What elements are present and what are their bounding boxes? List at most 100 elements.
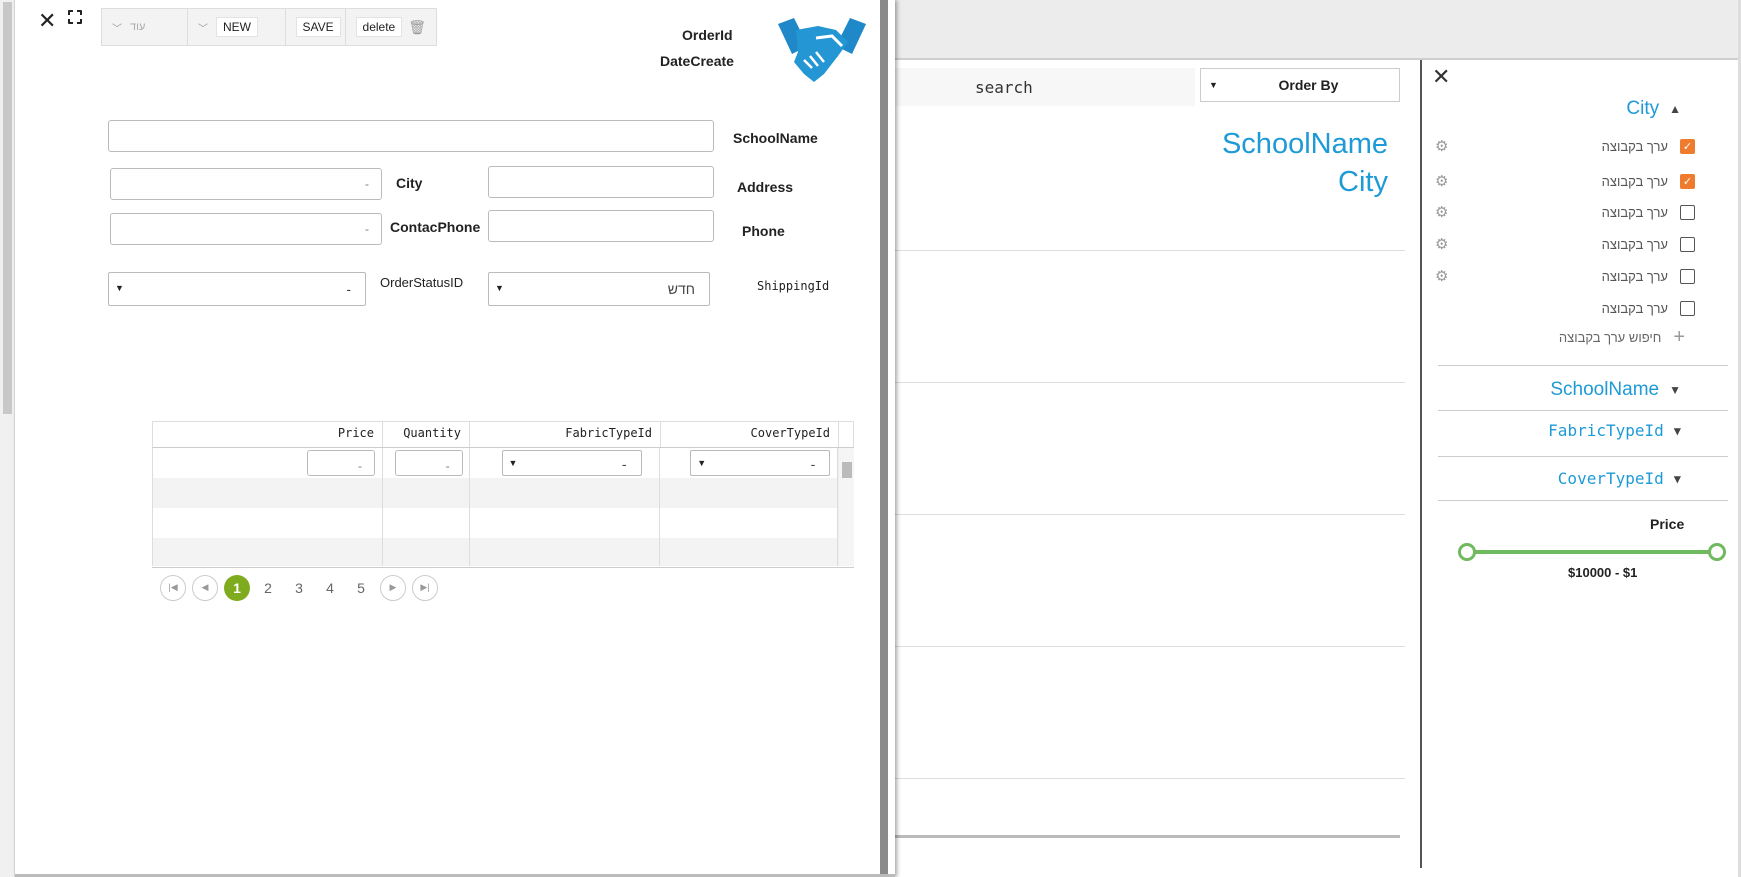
page-scrollbar[interactable]	[0, 0, 15, 877]
page-number[interactable]: 3	[286, 575, 312, 601]
city-label: City	[396, 175, 423, 191]
order-id-label: OrderId	[682, 27, 733, 43]
filter-fabric-header[interactable]: FabricTypeId ▼	[1548, 421, 1681, 440]
gear-icon[interactable]: ⚙	[1435, 267, 1455, 285]
delete-segment: delete 🗑	[346, 9, 436, 45]
page-number[interactable]: 1	[224, 574, 250, 601]
save-segment: SAVE	[286, 9, 346, 45]
page-number[interactable]: 5	[348, 575, 374, 601]
prev-page-icon[interactable]: ◀	[192, 574, 218, 601]
last-page-icon[interactable]: ▶|	[412, 574, 438, 601]
page-number[interactable]: 4	[317, 575, 343, 601]
save-button[interactable]: SAVE	[295, 17, 341, 37]
dropdown-arrow-icon: ▼	[697, 458, 707, 468]
order-by-select[interactable]: ▼ Order By	[1200, 68, 1400, 102]
order-status-label: OrderStatusID	[380, 275, 464, 290]
price-filter-value: -	[358, 459, 362, 473]
order-items-grid: Price Quantity FabricTypeId CoverTypeId …	[152, 421, 854, 591]
table-row[interactable]	[152, 538, 838, 566]
card-subtitle: City	[1338, 166, 1388, 198]
handshake-icon	[778, 18, 866, 82]
city-input[interactable]: -	[110, 168, 382, 200]
close-icon[interactable]: ✕	[38, 8, 56, 34]
top-bar	[895, 0, 1741, 60]
more-label: עוד	[130, 21, 146, 33]
filter-checkbox[interactable]	[1680, 268, 1695, 284]
price-slider-track[interactable]	[1466, 550, 1718, 554]
gear-icon[interactable]: ⚙	[1435, 172, 1455, 190]
order-status-value: -	[346, 281, 351, 297]
trash-icon[interactable]: 🗑	[408, 19, 426, 36]
address-input[interactable]	[488, 166, 714, 198]
filter-divider	[1438, 500, 1728, 501]
order-status-select[interactable]: ▼ -	[108, 272, 366, 306]
price-filter-input[interactable]: -	[307, 450, 375, 476]
quantity-filter-input[interactable]: -	[394, 450, 463, 476]
gear-icon[interactable]: ⚙	[1435, 235, 1455, 253]
table-row[interactable]	[152, 508, 838, 538]
filter-city-header[interactable]: City ▲	[1626, 98, 1681, 120]
contact-phone-input[interactable]: -	[110, 213, 382, 245]
school-name-label: SchoolName	[733, 130, 818, 146]
fabric-filter-select[interactable]: ▼ -	[501, 450, 642, 476]
price-slider-handle-min[interactable]	[1458, 543, 1476, 561]
first-page-icon[interactable]: |◀	[160, 574, 186, 601]
page-scrollbar-thumb[interactable]	[3, 2, 12, 414]
list-divider	[895, 382, 1405, 383]
grid-cell: -	[153, 448, 383, 478]
filter-group-item[interactable]: ⚙ ערך בקבוצה ✓	[1435, 135, 1695, 157]
grid-scrollbar-thumb[interactable]	[842, 462, 852, 478]
filter-checkbox[interactable]: ✓	[1680, 138, 1695, 154]
add-group-search[interactable]: חיפוש ערך בקבוצה +	[1470, 326, 1685, 349]
new-button[interactable]: NEW	[215, 17, 258, 37]
next-page-icon[interactable]: ▶	[380, 574, 406, 601]
filter-group-item[interactable]: ⚙ ערך בקבוצה	[1435, 201, 1695, 223]
phone-input[interactable]	[488, 210, 714, 242]
price-slider-handle-max[interactable]	[1708, 543, 1726, 561]
school-name-input[interactable]	[108, 120, 714, 152]
filter-group-item[interactable]: ⚙ ערך בקבוצה	[1435, 233, 1695, 255]
shipping-select[interactable]: ▼ חדש	[488, 272, 710, 306]
grid-filter-row: - - ▼ - ▼ -	[152, 448, 838, 478]
column-header-quantity[interactable]: Quantity	[383, 422, 470, 447]
chevron-up-icon: ▲	[1669, 102, 1681, 116]
add-group-label: חיפוש ערך בקבוצה	[1558, 330, 1662, 345]
filter-schoolname-header[interactable]: SchoolName ▼	[1550, 379, 1681, 401]
modal-scrollbar[interactable]	[880, 0, 888, 877]
filter-checkbox[interactable]	[1680, 300, 1695, 316]
address-label: Address	[737, 179, 794, 195]
filter-checkbox[interactable]: ✓	[1680, 173, 1695, 189]
filter-group-item-label: ערך בקבוצה	[1601, 173, 1668, 189]
list-divider	[895, 778, 1405, 779]
delete-button[interactable]: delete	[355, 17, 403, 37]
filter-group-item-label: ערך בקבוצה	[1601, 236, 1668, 252]
price-range-value: $10000 - $1	[1568, 565, 1638, 580]
column-header-fabric[interactable]: FabricTypeId	[470, 422, 661, 447]
chevron-down-icon: ﹀	[197, 23, 208, 35]
page-number[interactable]: 2	[255, 575, 281, 601]
expand-icon[interactable]	[67, 9, 83, 25]
gear-icon[interactable]: ⚙	[1435, 137, 1455, 155]
gear-icon[interactable]: ⚙	[1435, 203, 1455, 221]
price-filter-label: Price	[1650, 516, 1685, 532]
filter-cover-header[interactable]: CoverTypeId ▼	[1558, 469, 1681, 488]
filter-checkbox[interactable]	[1680, 236, 1695, 252]
dropdown-arrow-icon: ▼	[1209, 80, 1218, 90]
table-row[interactable]	[152, 478, 838, 508]
grid-scrollbar[interactable]	[838, 448, 854, 566]
cover-filter-select[interactable]: ▼ -	[690, 450, 831, 476]
filter-group-item[interactable]: ⚙ ערך בקבוצה	[1435, 265, 1695, 287]
filter-group-item[interactable]: ערך בקבוצה	[1435, 297, 1695, 319]
filter-checkbox[interactable]	[1680, 204, 1695, 220]
column-header-cover[interactable]: CoverTypeId	[661, 422, 839, 447]
filter-group-item[interactable]: ⚙ ערך בקבוצה ✓	[1435, 170, 1695, 192]
column-header-price[interactable]: Price	[153, 422, 383, 447]
list-card-header[interactable]: SchoolName City	[1100, 125, 1388, 201]
more-menu[interactable]: ﹀ עוד	[102, 9, 188, 45]
new-menu[interactable]: ﹀ NEW	[188, 9, 286, 45]
close-icon[interactable]: ✕	[1432, 64, 1452, 89]
city-value: -	[365, 177, 369, 191]
search-input[interactable]: search	[895, 68, 1195, 106]
filter-group-item-label: ערך בקבוצה	[1601, 268, 1668, 284]
dropdown-arrow-icon: ▼	[115, 283, 124, 293]
